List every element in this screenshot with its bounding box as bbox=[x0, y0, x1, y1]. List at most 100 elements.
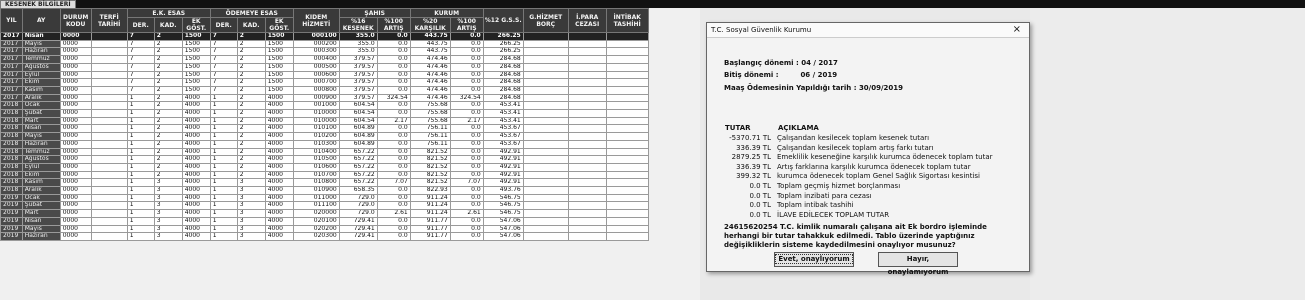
table-cell[interactable]: 010500 bbox=[292, 155, 340, 164]
table-cell[interactable]: 1500 bbox=[181, 70, 211, 80]
table-cell[interactable]: Kasım bbox=[21, 178, 61, 188]
table-cell[interactable]: 0000 bbox=[59, 209, 92, 218]
table-cell[interactable]: 284.68 bbox=[482, 78, 524, 87]
table-cell[interactable]: 2 bbox=[236, 155, 266, 164]
table-cell[interactable]: 0.0 bbox=[449, 216, 484, 226]
table-cell[interactable]: 7 bbox=[209, 39, 238, 49]
table-cell[interactable]: 3 bbox=[236, 209, 266, 218]
table-cell[interactable]: 0.0 bbox=[376, 124, 411, 134]
table-cell[interactable]: 2 bbox=[153, 70, 183, 80]
table-cell[interactable]: 0000 bbox=[59, 124, 92, 134]
table-cell[interactable]: 4000 bbox=[181, 216, 211, 226]
table-cell[interactable] bbox=[90, 139, 128, 149]
table-cell[interactable]: Mayıs bbox=[21, 132, 61, 141]
table-cell[interactable]: 3 bbox=[153, 232, 183, 241]
table-cell[interactable]: 657.22 bbox=[338, 147, 378, 157]
table-cell[interactable]: 546.75 bbox=[482, 193, 524, 203]
table-cell[interactable]: 3 bbox=[153, 224, 183, 234]
table-cell[interactable]: 0.0 bbox=[449, 62, 484, 72]
table-row[interactable]: 2019 Ocak 0000 1 3 4000 1 3 4000 011000 729.0 0.0 91… bbox=[0, 193, 649, 203]
table-cell[interactable]: 3 bbox=[236, 216, 266, 226]
table-cell[interactable]: 010400 bbox=[292, 147, 340, 157]
table-cell[interactable] bbox=[567, 147, 607, 157]
table-cell[interactable]: 2 bbox=[236, 124, 266, 134]
table-cell[interactable]: Haziran bbox=[21, 47, 61, 57]
table-row[interactable]: 2019 Şubat 0000 1 3 4000 1 3 4000 011100 729.0 0.0 9… bbox=[0, 201, 649, 211]
table-cell[interactable]: 1 bbox=[126, 139, 155, 149]
table-cell[interactable] bbox=[522, 101, 569, 111]
table-cell[interactable]: 453.67 bbox=[482, 124, 524, 134]
table-cell[interactable] bbox=[605, 147, 649, 157]
table-cell[interactable]: 911.24 bbox=[409, 201, 451, 211]
table-cell[interactable]: 0.0 bbox=[449, 201, 484, 211]
table-cell[interactable]: 1 bbox=[126, 101, 155, 111]
table-cell[interactable]: 4000 bbox=[264, 162, 294, 172]
table-cell[interactable]: 0.0 bbox=[449, 162, 484, 172]
table-cell[interactable]: 821.52 bbox=[409, 162, 451, 172]
table-cell[interactable]: 4000 bbox=[181, 124, 211, 134]
table-cell[interactable]: 7 bbox=[209, 78, 238, 87]
table-cell[interactable]: 1 bbox=[126, 209, 155, 218]
table-cell[interactable]: 2 bbox=[236, 93, 266, 103]
table-cell[interactable]: 0000 bbox=[59, 155, 92, 164]
table-cell[interactable] bbox=[522, 224, 569, 234]
table-cell[interactable]: 2017 bbox=[0, 85, 23, 95]
table-cell[interactable] bbox=[605, 116, 649, 126]
table-cell[interactable]: 4000 bbox=[181, 224, 211, 234]
table-cell[interactable]: 010000 bbox=[292, 116, 340, 126]
table-cell[interactable]: 657.22 bbox=[338, 178, 378, 188]
table-row[interactable]: 2019 Haziran 0000 1 3 4000 1 3 4000 020300 729.41 0… bbox=[0, 232, 649, 241]
table-cell[interactable]: 2 bbox=[153, 47, 183, 57]
table-cell[interactable] bbox=[567, 109, 607, 118]
table-cell[interactable]: Nisan bbox=[21, 32, 61, 41]
table-cell[interactable]: 474.46 bbox=[409, 78, 451, 87]
table-cell[interactable]: 2017 bbox=[0, 70, 23, 80]
table-cell[interactable]: 4000 bbox=[264, 216, 294, 226]
table-cell[interactable]: 453.67 bbox=[482, 139, 524, 149]
table-cell[interactable]: 0000 bbox=[59, 170, 92, 180]
table-cell[interactable]: 604.89 bbox=[338, 132, 378, 141]
table-cell[interactable]: 1 bbox=[126, 178, 155, 188]
table-cell[interactable]: 1 bbox=[209, 170, 238, 180]
table-cell[interactable]: 379.57 bbox=[338, 93, 378, 103]
table-cell[interactable] bbox=[522, 147, 569, 157]
table-cell[interactable]: 2 bbox=[236, 109, 266, 118]
table-cell[interactable]: 0.0 bbox=[449, 55, 484, 64]
table-cell[interactable]: 1 bbox=[126, 232, 155, 241]
table-cell[interactable]: 020200 bbox=[292, 224, 340, 234]
table-cell[interactable]: 474.46 bbox=[409, 62, 451, 72]
table-cell[interactable]: 1500 bbox=[264, 85, 294, 95]
table-cell[interactable]: 0000 bbox=[59, 178, 92, 188]
table-cell[interactable] bbox=[522, 186, 569, 195]
table-cell[interactable]: 492.91 bbox=[482, 170, 524, 180]
table-cell[interactable]: 284.68 bbox=[482, 85, 524, 95]
table-cell[interactable] bbox=[522, 78, 569, 87]
table-cell[interactable]: Ağustos bbox=[21, 62, 61, 72]
table-cell[interactable]: Ocak bbox=[21, 101, 61, 111]
table-cell[interactable]: 0.0 bbox=[449, 47, 484, 57]
table-cell[interactable]: 604.54 bbox=[338, 116, 378, 126]
table-cell[interactable]: 020000 bbox=[292, 209, 340, 218]
table-cell[interactable]: 4000 bbox=[181, 155, 211, 164]
table-cell[interactable] bbox=[567, 201, 607, 211]
table-cell[interactable] bbox=[605, 132, 649, 141]
table-cell[interactable]: Ekim bbox=[21, 78, 61, 87]
table-cell[interactable]: 000700 bbox=[292, 78, 340, 87]
table-cell[interactable] bbox=[605, 55, 649, 64]
table-cell[interactable]: 729.0 bbox=[338, 193, 378, 203]
table-cell[interactable] bbox=[90, 155, 128, 164]
table-cell[interactable]: 4000 bbox=[181, 147, 211, 157]
table-cell[interactable]: 7 bbox=[209, 62, 238, 72]
table-cell[interactable]: 0.0 bbox=[449, 132, 484, 141]
table-cell[interactable]: 756.11 bbox=[409, 139, 451, 149]
table-cell[interactable]: 2018 bbox=[0, 109, 23, 118]
table-row[interactable]: 2017 Mayıs 0000 7 2 1500 7 2 1500 000200 355.0 0.0 4… bbox=[0, 39, 649, 49]
table-cell[interactable]: 2019 bbox=[0, 193, 23, 203]
table-cell[interactable]: 4000 bbox=[264, 132, 294, 141]
table-cell[interactable]: 3 bbox=[153, 193, 183, 203]
table-cell[interactable]: 7 bbox=[126, 70, 155, 80]
table-cell[interactable]: 1 bbox=[126, 162, 155, 172]
table-cell[interactable]: 2017 bbox=[0, 62, 23, 72]
table-cell[interactable]: 1 bbox=[126, 224, 155, 234]
table-cell[interactable]: 010000 bbox=[292, 109, 340, 118]
